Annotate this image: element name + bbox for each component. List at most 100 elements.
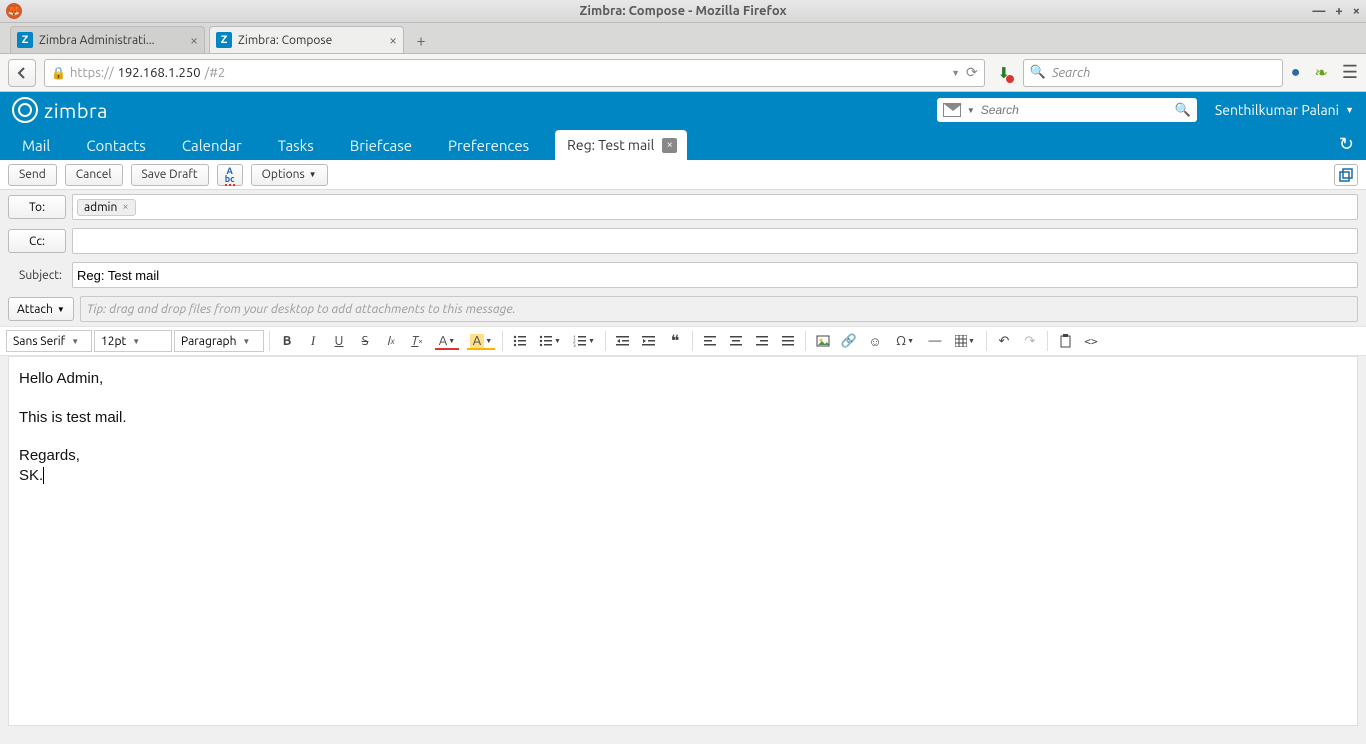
chevron-down-icon: ▼ xyxy=(1345,105,1354,115)
url-history-dropdown-icon[interactable]: ▼ xyxy=(951,68,960,78)
browser-tab-label: Zimbra Administrati... xyxy=(39,34,184,47)
downloads-button[interactable]: ⬇ xyxy=(993,62,1015,84)
text-color-button[interactable]: A▼ xyxy=(431,330,463,352)
os-titlebar: 🦊 Zimbra: Compose - Mozilla Firefox — + … xyxy=(0,0,1366,23)
spellcheck-icon: Abc xyxy=(225,167,235,183)
align-center-button[interactable] xyxy=(724,330,748,352)
subscript-button[interactable]: Ix xyxy=(379,330,403,352)
horizontal-rule-button[interactable]: — xyxy=(923,330,947,352)
url-bar[interactable]: 🔒 https://192.168.1.250/#2 ▼ ⟳ xyxy=(44,59,985,87)
mail-scope-icon[interactable] xyxy=(943,103,961,117)
user-menu[interactable]: Senthilkumar Palani ▼ xyxy=(1215,102,1354,118)
subject-input[interactable] xyxy=(77,268,1353,283)
insert-emoji-button[interactable]: ☺ xyxy=(863,330,887,352)
body-line: SK. xyxy=(19,466,1347,486)
to-button[interactable]: To: xyxy=(8,195,66,219)
tab-tasks[interactable]: Tasks xyxy=(274,131,318,160)
url-path: /#2 xyxy=(205,66,226,80)
attach-button[interactable]: Attach ▼ xyxy=(8,297,74,321)
to-input[interactable] xyxy=(140,200,1353,215)
zimbra-logo[interactable]: zimbra xyxy=(12,97,108,123)
leaf-icon[interactable]: ❧ xyxy=(1314,63,1327,82)
refresh-button[interactable]: ↻ xyxy=(1339,134,1354,155)
body-line: This is test mail. xyxy=(19,408,1347,428)
detach-window-button[interactable] xyxy=(1334,164,1358,186)
bullet-list-button[interactable] xyxy=(508,330,532,352)
font-family-select[interactable]: Sans Serif▼ xyxy=(6,330,92,352)
cc-input[interactable] xyxy=(77,234,1353,249)
clear-format-button[interactable]: T× xyxy=(405,330,429,352)
search-icon[interactable]: 🔍 xyxy=(1175,103,1191,118)
align-left-button[interactable] xyxy=(698,330,722,352)
browser-tab-0[interactable]: Z Zimbra Administrati... × xyxy=(10,26,205,53)
indent-button[interactable] xyxy=(637,330,661,352)
font-size-select[interactable]: 12pt▼ xyxy=(94,330,172,352)
tab-briefcase[interactable]: Briefcase xyxy=(346,131,416,160)
zimbra-search-input[interactable] xyxy=(981,103,1169,117)
back-button[interactable] xyxy=(8,59,36,87)
tab-close-button[interactable]: × xyxy=(190,32,198,48)
globe-icon[interactable]: ● xyxy=(1291,63,1301,82)
cc-button[interactable]: Cc: xyxy=(8,229,66,253)
insert-table-button[interactable]: ▼ xyxy=(949,330,981,352)
blockquote-button[interactable]: ❝ xyxy=(663,330,687,352)
chip-remove-button[interactable]: × xyxy=(122,201,128,213)
favicon-icon: Z xyxy=(17,32,33,48)
window-minimize-button[interactable]: — xyxy=(1312,4,1325,18)
strikethrough-button[interactable]: S xyxy=(353,330,377,352)
source-code-button[interactable]: <> xyxy=(1079,330,1103,352)
window-maximize-button[interactable]: + xyxy=(1335,4,1342,18)
underline-button[interactable]: U xyxy=(327,330,351,352)
paste-button[interactable] xyxy=(1053,330,1077,352)
browser-search-box[interactable]: 🔍 Search xyxy=(1023,59,1283,87)
attach-label: Attach xyxy=(17,303,53,316)
spellcheck-button[interactable]: Abc xyxy=(217,164,243,186)
number-list-dropdown[interactable]: 123▼ xyxy=(568,330,600,352)
cancel-button[interactable]: Cancel xyxy=(65,164,123,186)
italic-button[interactable]: I xyxy=(301,330,325,352)
tab-mail[interactable]: Mail xyxy=(18,131,54,160)
bullet-list-dropdown[interactable]: ▼ xyxy=(534,330,566,352)
undo-button[interactable]: ↶ xyxy=(992,330,1016,352)
align-right-button[interactable] xyxy=(750,330,774,352)
tab-close-button[interactable]: × xyxy=(389,32,397,48)
message-body-editor[interactable]: Hello Admin, This is test mail. Regards,… xyxy=(8,356,1358,726)
lock-icon: 🔒 xyxy=(51,66,66,80)
tab-calendar[interactable]: Calendar xyxy=(178,131,246,160)
tab-compose[interactable]: Reg: Test mail × xyxy=(555,130,687,160)
recipient-chip[interactable]: admin × xyxy=(77,199,136,216)
block-format-select[interactable]: Paragraph▼ xyxy=(174,330,264,352)
insert-image-button[interactable] xyxy=(811,330,835,352)
chevron-down-icon: ▼ xyxy=(309,170,317,179)
attach-dropzone[interactable]: Tip: drag and drop files from your deskt… xyxy=(80,296,1358,322)
attach-row: Attach ▼ Tip: drag and drop files from y… xyxy=(0,292,1366,326)
search-icon: 🔍 xyxy=(1030,65,1046,80)
zimbra-logo-icon xyxy=(12,97,38,123)
redo-button[interactable]: ↷ xyxy=(1018,330,1042,352)
cc-field[interactable] xyxy=(72,228,1358,254)
save-draft-button[interactable]: Save Draft xyxy=(131,164,209,186)
body-line: Regards, xyxy=(19,446,1347,466)
align-justify-button[interactable] xyxy=(776,330,800,352)
insert-symbol-button[interactable]: Ω▼ xyxy=(889,330,921,352)
browser-tab-1[interactable]: Z Zimbra: Compose × xyxy=(209,26,404,53)
zimbra-search[interactable]: ▼ 🔍 xyxy=(937,98,1197,122)
hamburger-menu-button[interactable]: ☰ xyxy=(1342,62,1358,83)
body-line: Hello Admin, xyxy=(19,369,1347,389)
window-close-button[interactable]: × xyxy=(1353,4,1360,18)
new-tab-button[interactable]: + xyxy=(408,29,434,53)
outdent-button[interactable] xyxy=(611,330,635,352)
tab-preferences[interactable]: Preferences xyxy=(444,131,533,160)
options-button[interactable]: Options▼ xyxy=(251,164,328,186)
to-field[interactable]: admin × xyxy=(72,194,1358,220)
tab-compose-close-button[interactable]: × xyxy=(662,138,677,153)
send-button[interactable]: Send xyxy=(8,164,57,186)
insert-link-button[interactable]: 🔗 xyxy=(837,330,861,352)
highlight-color-button[interactable]: A▼ xyxy=(465,330,497,352)
zimbra-brand: zimbra xyxy=(44,99,108,122)
bold-button[interactable]: B xyxy=(275,330,299,352)
chevron-down-icon[interactable]: ▼ xyxy=(967,106,975,115)
tab-contacts[interactable]: Contacts xyxy=(82,131,149,160)
subject-field[interactable] xyxy=(72,262,1358,288)
reload-button[interactable]: ⟳ xyxy=(966,64,978,81)
